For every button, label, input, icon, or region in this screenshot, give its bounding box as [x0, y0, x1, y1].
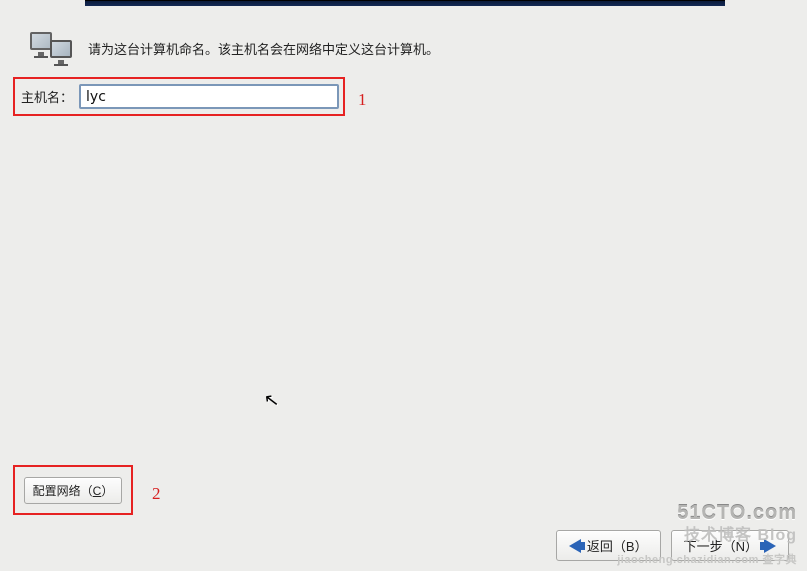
- back-button[interactable]: 返回（B）: [556, 530, 661, 561]
- hostname-highlight-box: 主机名：: [13, 77, 345, 116]
- top-banner: [85, 0, 725, 6]
- annotation-2: 2: [152, 484, 161, 504]
- configure-network-prefix: 配置网络（: [33, 484, 93, 498]
- instruction-row: 请为这台计算机命名。该主机名会在网络中定义这台计算机。: [28, 30, 439, 66]
- configure-network-highlight-box: 配置网络（C）: [13, 465, 133, 515]
- nav-buttons-row: 返回（B） 下一步（N）: [556, 530, 789, 561]
- back-prefix: 返回（: [587, 539, 626, 554]
- computer-network-icon: [28, 30, 76, 66]
- arrow-left-icon: [569, 539, 581, 553]
- next-button[interactable]: 下一步（N）: [671, 530, 789, 561]
- hostname-label: 主机名：: [21, 87, 73, 106]
- annotation-1: 1: [358, 90, 367, 110]
- next-suffix: ）: [745, 539, 758, 554]
- next-prefix: 下一步（: [684, 539, 736, 554]
- hostname-input[interactable]: [79, 84, 339, 109]
- configure-network-suffix: ）: [101, 484, 113, 498]
- arrow-right-icon: [764, 539, 776, 553]
- next-hotkey: N: [736, 539, 745, 554]
- configure-network-button[interactable]: 配置网络（C）: [24, 477, 123, 504]
- instruction-text: 请为这台计算机命名。该主机名会在网络中定义这台计算机。: [88, 39, 439, 58]
- back-hotkey: B: [626, 539, 635, 554]
- back-suffix: ）: [635, 539, 648, 554]
- watermark-51cto: 51CTO.com: [677, 502, 797, 525]
- mouse-cursor-icon: ↖: [263, 389, 281, 412]
